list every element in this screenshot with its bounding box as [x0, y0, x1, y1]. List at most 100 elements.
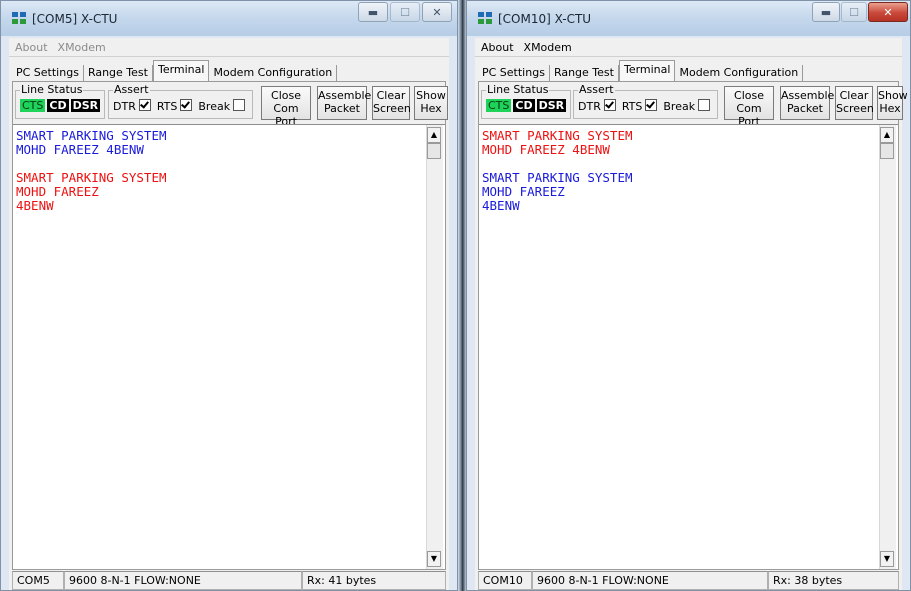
clear-screen-button[interactable]: Clear Screen — [835, 86, 874, 120]
terminal-text: SMART PARKING SYSTEM MOHD FAREEZ 4BENW S… — [482, 129, 872, 213]
title-bar[interactable]: [COM10] X-CTU ▬ ☐ ✕ — [467, 1, 910, 36]
terminal-tab-panel: Line Status CTS CD DSR Assert DTR RTS Br… — [478, 81, 908, 570]
scrollbar-thumb[interactable] — [880, 143, 894, 159]
close-icon: ✕ — [432, 5, 442, 19]
scroll-down-button[interactable]: ▼ — [427, 551, 441, 567]
status-bar: COM5 9600 8-N-1 FLOW:NONE Rx: 41 bytes — [12, 571, 446, 590]
terminal-output[interactable]: SMART PARKING SYSTEM MOHD FAREEZ 4BENW S… — [13, 124, 445, 569]
rts-checkbox[interactable]: RTS — [622, 99, 658, 113]
menu-bar: About XModem — [9, 38, 449, 57]
button-label: Clear — [376, 89, 406, 102]
terminal-line: 4BENW — [16, 198, 54, 213]
checkbox-empty-icon — [698, 99, 711, 111]
menu-about[interactable]: About — [481, 41, 514, 54]
dtr-checkbox[interactable]: DTR — [113, 99, 151, 113]
button-label: Show — [416, 89, 446, 102]
tab-terminal[interactable]: Terminal — [152, 60, 210, 81]
title-bar[interactable]: [COM5] X-CTU ▬ ☐ ✕ — [1, 1, 457, 36]
tab-strip: PC Settings Range Test Terminal Modem Co… — [478, 60, 804, 81]
break-checkbox[interactable]: Break — [663, 99, 711, 113]
button-label: Clear — [839, 89, 869, 102]
button-label: Packet — [787, 102, 823, 115]
tab-terminal[interactable]: Terminal — [618, 60, 676, 81]
menu-xmodem[interactable]: XModem — [524, 41, 572, 54]
status-bar: COM10 9600 8-N-1 FLOW:NONE Rx: 38 bytes — [478, 571, 899, 590]
line-status-group: Line Status CTS CD DSR — [15, 83, 106, 119]
checkmark-icon — [603, 99, 616, 111]
dsr-indicator: DSR — [70, 99, 101, 112]
tab-pc-settings[interactable]: PC Settings — [478, 65, 550, 81]
tab-modem-configuration[interactable]: Modem Configuration — [209, 65, 338, 81]
vertical-scrollbar[interactable]: ▲ ▼ — [879, 125, 896, 569]
menu-about[interactable]: About — [15, 41, 48, 54]
minimize-button[interactable]: ▬ — [812, 2, 840, 22]
button-label: Screen — [836, 102, 874, 115]
cts-indicator: CTS — [486, 99, 512, 112]
rts-checkbox[interactable]: RTS — [157, 99, 193, 113]
button-label: Screen — [373, 102, 411, 115]
tab-range-test[interactable]: Range Test — [549, 65, 619, 81]
button-label: Close — [734, 89, 764, 102]
xctu-app-icon — [478, 12, 492, 24]
vertical-scrollbar[interactable]: ▲ ▼ — [426, 125, 443, 569]
assert-label: Assert — [579, 83, 614, 96]
dtr-checkbox[interactable]: DTR — [578, 99, 616, 113]
menu-xmodem[interactable]: XModem — [58, 41, 106, 54]
tab-modem-configuration[interactable]: Modem Configuration — [675, 65, 804, 81]
terminal-output[interactable]: SMART PARKING SYSTEM MOHD FAREEZ 4BENW S… — [479, 124, 898, 569]
tab-range-test[interactable]: Range Test — [83, 65, 153, 81]
terminal-line: 4BENW — [482, 198, 520, 213]
dsr-indicator: DSR — [536, 99, 567, 112]
button-label: Hex — [420, 102, 442, 115]
checkmark-icon — [645, 99, 658, 111]
close-button[interactable]: ✕ — [422, 2, 452, 22]
show-hex-button[interactable]: Show Hex — [877, 86, 908, 120]
break-checkbox[interactable]: Break — [198, 99, 246, 113]
assemble-packet-button[interactable]: Assemble Packet — [780, 86, 835, 120]
minimize-button[interactable]: ▬ — [358, 2, 388, 22]
status-rx: Rx: 38 bytes — [768, 571, 899, 590]
arrow-down-icon: ▼ — [883, 554, 891, 563]
scroll-down-button[interactable]: ▼ — [880, 551, 894, 567]
maximize-button[interactable]: ☐ — [390, 2, 420, 22]
scroll-up-button[interactable]: ▲ — [880, 127, 894, 143]
maximize-button[interactable]: ☐ — [841, 2, 867, 22]
arrow-down-icon: ▼ — [430, 554, 438, 563]
close-button[interactable]: ✕ — [868, 2, 908, 22]
cts-indicator: CTS — [20, 99, 46, 112]
line-status-group: Line Status CTS CD DSR — [481, 84, 572, 119]
terminal-line: SMART PARKING SYSTEM — [482, 128, 633, 143]
close-icon: ✕ — [883, 5, 893, 19]
terminal-text: SMART PARKING SYSTEM MOHD FAREEZ 4BENW S… — [16, 129, 419, 213]
xctu-window-com10: [COM10] X-CTU ▬ ☐ ✕ About XModem PC Sett… — [466, 0, 911, 591]
break-label: Break — [663, 100, 696, 113]
terminal-line: SMART PARKING SYSTEM — [482, 170, 633, 185]
assemble-packet-button[interactable]: Assemble Packet — [317, 86, 371, 120]
checkmark-icon — [180, 99, 193, 111]
scrollbar-thumb[interactable] — [427, 143, 441, 159]
client-area: PC Settings Range Test Terminal Modem Co… — [9, 57, 449, 590]
status-settings: 9600 8-N-1 FLOW:NONE — [532, 571, 768, 590]
dtr-label: DTR — [113, 100, 136, 113]
close-com-port-button[interactable]: Close Com Port — [261, 86, 311, 128]
client-area: PC Settings Range Test Terminal Modem Co… — [475, 57, 908, 590]
terminal-line: MOHD FAREEZ — [16, 184, 99, 199]
status-port: COM5 — [12, 571, 64, 590]
xctu-window-com5: [COM5] X-CTU ▬ ☐ ✕ About XModem PC Setti… — [0, 0, 458, 591]
clear-screen-button[interactable]: Clear Screen — [372, 86, 411, 120]
terminal-line: MOHD FAREEZ 4BENW — [16, 142, 144, 157]
scroll-up-button[interactable]: ▲ — [427, 127, 441, 143]
tab-pc-settings[interactable]: PC Settings — [12, 65, 84, 81]
button-label: Assemble — [781, 89, 835, 102]
window-divider — [458, 0, 466, 591]
rts-label: RTS — [621, 100, 643, 113]
show-hex-button[interactable]: Show Hex — [414, 86, 448, 120]
line-status-label: Line Status — [21, 83, 83, 96]
arrow-up-icon: ▲ — [430, 130, 438, 139]
terminal-line: MOHD FAREEZ 4BENW — [482, 142, 610, 157]
close-com-port-button[interactable]: Close Com Port — [724, 86, 774, 128]
tab-strip: PC Settings Range Test Terminal Modem Co… — [12, 60, 338, 81]
status-settings: 9600 8-N-1 FLOW:NONE — [64, 571, 302, 590]
cd-indicator: CD — [513, 99, 535, 112]
